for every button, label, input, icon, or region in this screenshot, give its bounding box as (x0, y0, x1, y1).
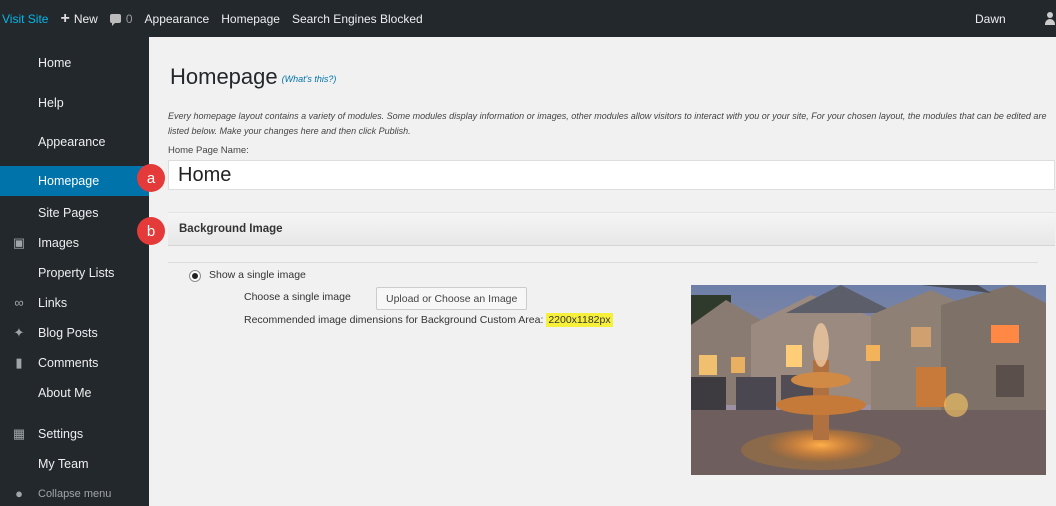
images-icon: ▣ (12, 235, 26, 250)
comment-icon: ▮ (15, 355, 23, 370)
sidebar-item-label: Links (38, 296, 68, 310)
home-page-name-label: Home Page Name: (168, 145, 249, 156)
sidebar-item-settings[interactable]: ▦ Settings (0, 419, 149, 449)
comment-count: 0 (125, 11, 133, 26)
settings-icon: ▦ (12, 426, 26, 441)
sidebar-item-property-lists[interactable]: Property Lists (0, 258, 149, 288)
new-label: New (73, 11, 98, 26)
background-image-section-header[interactable]: Background Image (168, 212, 1055, 246)
admin-bar: Visit Site + New 0 Appearance Homepage S… (0, 0, 1056, 37)
adminbar-homepage-link[interactable]: Homepage (215, 0, 286, 37)
callout-a: a (137, 164, 165, 192)
sidebar-item-images[interactable]: ▣ Images (0, 228, 149, 258)
sidebar-item-label: About Me (38, 386, 92, 400)
choose-single-image-label: Choose a single image (244, 291, 351, 303)
collapse-label: Collapse menu (38, 488, 112, 500)
sidebar-item-help[interactable]: Help (0, 88, 149, 118)
collapse-menu-button[interactable]: ● Collapse menu (0, 479, 149, 506)
sidebar-item-label: Site Pages (38, 206, 99, 220)
sidebar-item-label: Appearance (38, 135, 106, 149)
section-divider (168, 262, 1038, 263)
sidebar-item-links[interactable]: ∞ Links (0, 288, 149, 318)
sidebar-item-label: Help (38, 96, 64, 110)
sidebar-item-label: Images (38, 236, 79, 250)
sidebar-item-label: Property Lists (38, 266, 115, 280)
background-image-preview (691, 285, 1046, 475)
upload-image-button[interactable]: Upload or Choose an Image (376, 287, 528, 310)
adminbar-appearance-link[interactable]: Appearance (139, 0, 216, 37)
main-content: Homepage (What's this?) Every homepage la… (149, 37, 1056, 506)
page-description: Every homepage layout contains a variety… (168, 111, 1047, 136)
sidebar-item-site-pages[interactable]: Site Pages (0, 198, 149, 228)
recommended-dimensions-value: 2200x1182px (546, 313, 613, 327)
sidebar-item-my-team[interactable]: My Team (0, 449, 149, 479)
sidebar-item-comments[interactable]: ▮ Comments (0, 348, 149, 378)
recommended-label: Recommended image dimensions for Backgro… (244, 314, 544, 326)
home-page-name-input[interactable] (168, 160, 1055, 190)
user-menu[interactable]: Dawn (969, 0, 1012, 37)
sidebar-item-label: Homepage (38, 174, 100, 188)
sidebar-item-homepage[interactable]: Homepage (0, 166, 149, 196)
collapse-icon: ● (15, 486, 23, 501)
comment-icon (109, 14, 121, 26)
sidebar-item-label: Settings (38, 427, 84, 441)
sidebar-item-blog-posts[interactable]: ✦ Blog Posts (0, 318, 149, 348)
page-title: Homepage (What's this?) (170, 64, 336, 90)
show-single-image-label: Show a single image (209, 269, 306, 281)
recommended-dimensions-text: Recommended image dimensions for Backgro… (244, 313, 613, 327)
comments-button[interactable]: 0 (104, 0, 139, 37)
search-engines-blocked-link[interactable]: Search Engines Blocked (286, 0, 429, 37)
new-button[interactable]: + New (54, 0, 103, 37)
link-icon: ∞ (14, 295, 24, 310)
whats-this-link[interactable]: (What's this?) (282, 74, 337, 84)
admin-sidebar: Home Help Appearance Homepage Site Pages… (0, 37, 149, 506)
show-single-image-radio[interactable] (189, 270, 201, 282)
sidebar-item-home[interactable]: Home (0, 48, 149, 78)
visit-site-link[interactable]: Visit Site (0, 0, 54, 37)
sidebar-item-about-me[interactable]: About Me (0, 378, 149, 408)
pin-icon: ✦ (13, 325, 25, 340)
sidebar-item-label: My Team (38, 457, 89, 471)
page-title-text: Homepage (170, 64, 278, 89)
plus-icon: + (60, 9, 70, 27)
sidebar-item-label: Home (38, 56, 72, 70)
sidebar-item-label: Comments (38, 356, 99, 370)
user-avatar-icon[interactable] (1044, 12, 1056, 26)
sidebar-item-label: Blog Posts (38, 326, 98, 340)
callout-b: b (137, 217, 165, 245)
sidebar-item-appearance[interactable]: Appearance (0, 127, 149, 157)
